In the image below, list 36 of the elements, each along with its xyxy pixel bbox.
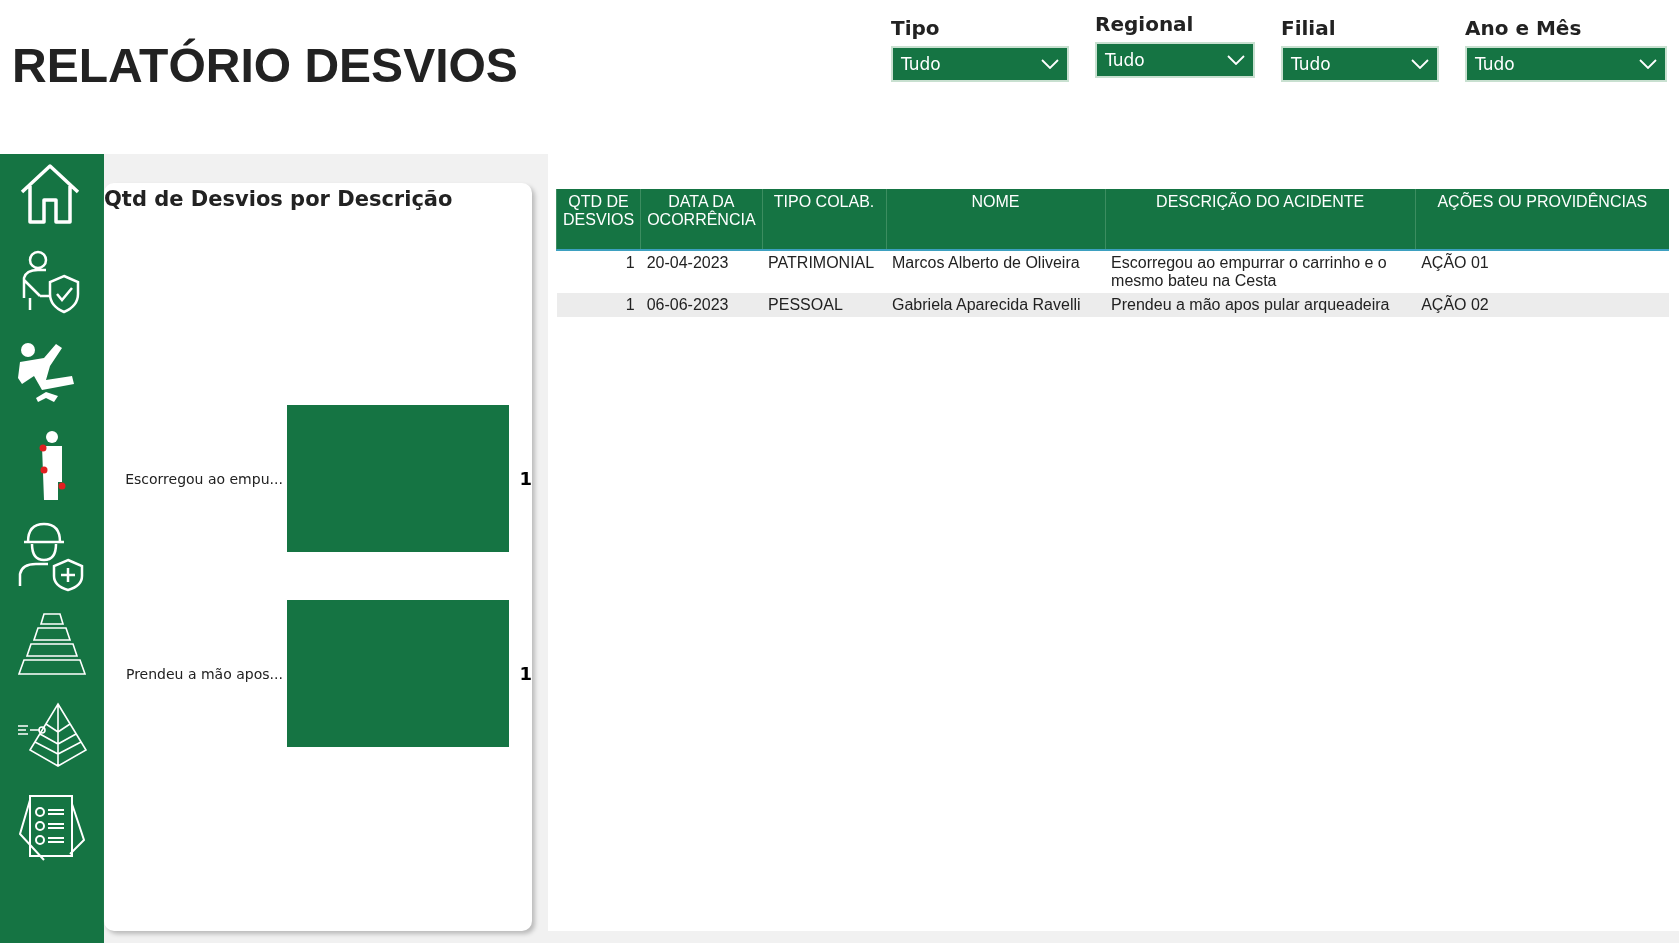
chevron-down-icon xyxy=(1639,59,1657,69)
table-cell: 1 xyxy=(556,293,641,317)
chevron-down-icon xyxy=(1227,55,1245,65)
filter-label: Filial xyxy=(1281,16,1337,40)
chevron-down-icon xyxy=(1041,59,1059,69)
table-cell: AÇÃO 01 xyxy=(1415,250,1669,293)
table-cell: Escorregou ao empurrar o carrinho e o mesmo bateu na Cesta xyxy=(1105,250,1416,293)
table-cell: 1 xyxy=(556,250,641,293)
chevron-down-icon xyxy=(1411,59,1429,69)
column-header[interactable]: DESCRIÇÃO DO ACIDENTE xyxy=(1105,189,1416,250)
table-cell: Marcos Alberto de Oliveira xyxy=(886,250,1106,293)
filter-dropdown[interactable]: Tudo xyxy=(1465,46,1667,82)
filter-label: Ano e Mês xyxy=(1465,16,1583,40)
table-cell: 06-06-2023 xyxy=(640,293,763,317)
bar-label: Prendeu a mão apos... xyxy=(124,665,284,682)
table-cell: Gabriela Aparecida Ravelli xyxy=(886,293,1106,317)
bar-label: Escorregou ao empu... xyxy=(124,470,284,487)
filter-dropdown[interactable]: Tudo xyxy=(1095,42,1255,78)
filter-label: Tipo xyxy=(891,16,941,40)
filter-dropdown[interactable]: Tudo xyxy=(1281,46,1439,82)
chart-title: Qtd de Desvios por Descrição xyxy=(104,186,454,211)
bar-value: 1 xyxy=(519,663,532,684)
table-cell: Prendeu a mão apos pular arqueadeira xyxy=(1105,293,1416,317)
page-title: RELATÓRIO DESVIOS xyxy=(12,38,519,93)
table-cell: PESSOAL xyxy=(762,293,886,317)
filter-dropdown[interactable]: Tudo xyxy=(891,46,1069,82)
bar-value: 1 xyxy=(519,468,532,489)
table-cell: AÇÃO 02 xyxy=(1415,293,1669,317)
column-header[interactable]: DATA DA OCORRÊNCIA xyxy=(640,189,763,250)
column-header[interactable]: TIPO COLAB. xyxy=(762,189,886,250)
table-cell: PATRIMONIAL xyxy=(762,250,886,293)
column-header[interactable]: NOME xyxy=(886,189,1106,250)
column-header[interactable]: QTD DE DESVIOS xyxy=(556,189,641,250)
table-cell: 20-04-2023 xyxy=(640,250,763,293)
filter-label: Regional xyxy=(1095,12,1195,36)
column-header[interactable]: AÇÕES OU PROVIDÊNCIAS xyxy=(1415,189,1669,250)
